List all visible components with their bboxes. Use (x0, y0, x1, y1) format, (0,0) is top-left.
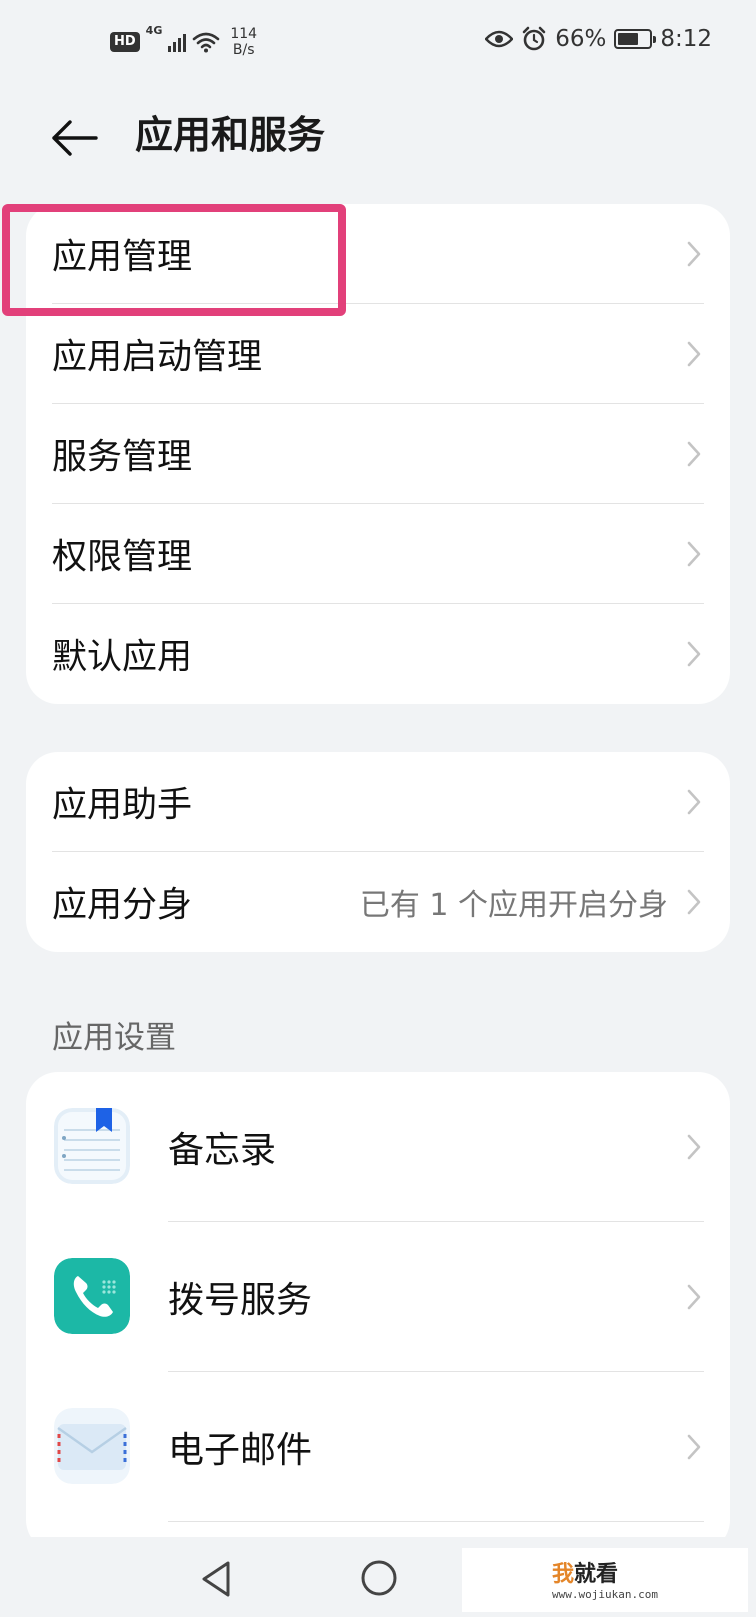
alarm-icon (522, 26, 546, 51)
settings-card-main: 应用管理 应用启动管理 服务管理 权限管理 默认应用 (26, 204, 730, 704)
battery-icon (614, 29, 657, 49)
speed-value: 114 (230, 26, 258, 42)
battery-percent: 66% (555, 26, 607, 52)
chevron-right-icon (687, 889, 701, 915)
menu-item-permission-management[interactable]: 权限管理 (26, 504, 730, 604)
chevron-right-icon (687, 1134, 701, 1160)
watermark-rest: 就看 (574, 1562, 619, 1587)
menu-item-label: 应用分身 (52, 885, 193, 926)
arrow-left-icon[interactable] (48, 110, 104, 166)
network-speed: 114 B/s (230, 26, 257, 58)
menu-item-label: 应用启动管理 (52, 337, 263, 378)
menu-item-label: 权限管理 (52, 537, 193, 578)
title-bar (0, 90, 756, 200)
watermark-first-char: 我 (552, 1562, 575, 1587)
menu-item-label: 服务管理 (52, 437, 193, 478)
divider (168, 1521, 704, 1522)
chevron-right-icon (687, 241, 701, 267)
watermark-title: 我就看 (552, 1556, 618, 1588)
menu-item-default-apps[interactable]: 默认应用 (26, 604, 730, 704)
chevron-right-icon (687, 341, 701, 367)
menu-item-app-management[interactable]: 应用管理 (26, 204, 730, 304)
menu-item-app-assistant[interactable]: 应用助手 (26, 752, 730, 852)
section-header-app-settings: 应用设置 (52, 1020, 176, 1056)
status-left: HD 4G 114 B/s (110, 24, 257, 58)
chevron-right-icon (687, 541, 701, 567)
app-item-label: 拨号服务 (168, 1280, 313, 1321)
notepad-icon (54, 1108, 130, 1184)
hd-icon: HD (110, 32, 140, 52)
page-title: 应用和服务 (135, 113, 326, 157)
settings-card-secondary: 应用助手 应用分身 已有 1 个应用开启分身 (26, 752, 730, 952)
nav-back-icon[interactable] (198, 1559, 234, 1599)
app-item-dialer[interactable]: 拨号服务 (26, 1222, 730, 1372)
signal-icon (168, 32, 187, 52)
clock: 8:12 (660, 26, 712, 52)
menu-item-app-launch[interactable]: 应用启动管理 (26, 304, 730, 404)
phone-icon (54, 1258, 130, 1334)
menu-item-label: 默认应用 (52, 637, 193, 678)
battery-fill (618, 33, 639, 45)
speed-unit: B/s (232, 42, 255, 58)
menu-item-label: 应用助手 (52, 785, 193, 826)
chevron-right-icon (687, 641, 701, 667)
network-type-label: 4G (145, 24, 163, 37)
chevron-right-icon (687, 1434, 701, 1460)
menu-item-service-management[interactable]: 服务管理 (26, 404, 730, 504)
app-item-email[interactable]: 电子邮件 (26, 1372, 730, 1522)
eye-comfort-icon (485, 30, 514, 48)
app-item-label: 电子邮件 (168, 1430, 313, 1471)
watermark-url: www.wojiukan.com (552, 1588, 658, 1601)
status-right: 66% 8:12 (485, 26, 712, 52)
wifi-icon (193, 32, 220, 53)
chevron-right-icon (687, 1284, 701, 1310)
menu-item-label: 应用管理 (52, 237, 193, 278)
status-bar: HD 4G 114 B/s 66% 8:12 (0, 0, 756, 90)
app-settings-card: 备忘录 拨号服务 电子邮件 (26, 1072, 730, 1552)
menu-item-app-twin[interactable]: 应用分身 已有 1 个应用开启分身 (26, 852, 730, 952)
watermark-logo: 我就看 www.wojiukan.com (462, 1548, 748, 1612)
app-item-label: 备忘录 (168, 1130, 277, 1171)
menu-item-value: 已有 1 个应用开启分身 (359, 888, 668, 923)
app-item-notepad[interactable]: 备忘录 (26, 1072, 730, 1222)
chevron-right-icon (687, 789, 701, 815)
nav-home-icon[interactable] (360, 1559, 398, 1597)
chevron-right-icon (687, 441, 701, 467)
mail-icon (54, 1408, 130, 1484)
